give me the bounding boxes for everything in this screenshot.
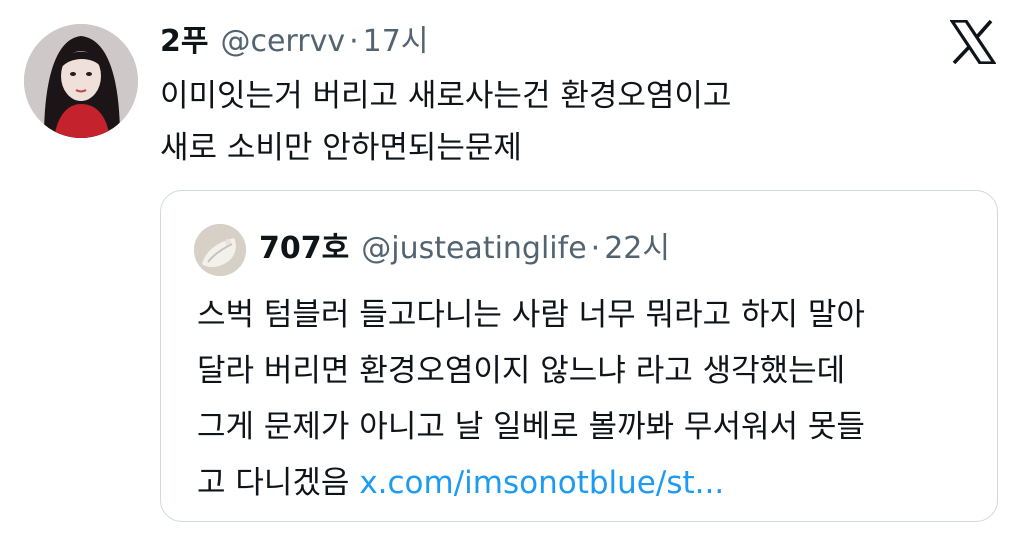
quoted-tweet-card[interactable]: 707호 @justeatinglife · 22시 스벅 텀블러 들고다니는 … bbox=[160, 190, 998, 522]
tweet-body: 이미잇는거 버리고 새로사는건 환경오염이고 새로 소비만 안하면되는문제 bbox=[160, 70, 880, 174]
quoted-text-fragment: 고 다니겠음 bbox=[197, 465, 360, 501]
author-avatar[interactable] bbox=[24, 24, 138, 138]
quoted-tweet-link[interactable]: x.com/imsonotblue/st... bbox=[359, 465, 724, 501]
quoted-text-line: 달라 버리면 환경오염이지 않느냐 라고 생각했는데 bbox=[197, 353, 846, 389]
quoted-author-display-name[interactable]: 707호 bbox=[259, 229, 349, 269]
quoted-text-line: 그게 문제가 아니고 날 일베로 볼까봐 무서워서 못들 bbox=[197, 409, 865, 445]
quoted-text-last-line: 고 다니겠음 x.com/imsonotblue/st... bbox=[197, 455, 987, 511]
quoted-tweet-timestamp[interactable]: 22시 bbox=[604, 229, 670, 269]
quoted-tweet-body: 스벅 텀블러 들고다니는 사람 너무 뭐라고 하지 말아 달라 버리면 환경오염… bbox=[197, 287, 987, 511]
separator-dot: · bbox=[349, 24, 359, 59]
tweet-text-line: 이미잇는거 버리고 새로사는건 환경오염이고 bbox=[160, 78, 732, 114]
author-display-name[interactable]: 2푸 bbox=[160, 22, 208, 62]
quoted-tweet-header: 707호 @justeatinglife · 22시 bbox=[259, 229, 670, 269]
x-logo-icon[interactable] bbox=[949, 19, 997, 65]
author-handle[interactable]: @cerrvv bbox=[220, 22, 345, 62]
quoted-author-handle[interactable]: @justeatinglife bbox=[361, 229, 586, 269]
tweet-header: 2푸 @cerrvv · 17시 bbox=[160, 22, 428, 62]
quoted-author-avatar[interactable] bbox=[194, 224, 246, 276]
quoted-text-line: 스벅 텀블러 들고다니는 사람 너무 뭐라고 하지 말아 bbox=[197, 297, 865, 333]
separator-dot: · bbox=[590, 231, 601, 266]
tweet-text-line: 새로 소비만 안하면되는문제 bbox=[160, 130, 522, 166]
tweet-timestamp[interactable]: 17시 bbox=[363, 22, 429, 62]
